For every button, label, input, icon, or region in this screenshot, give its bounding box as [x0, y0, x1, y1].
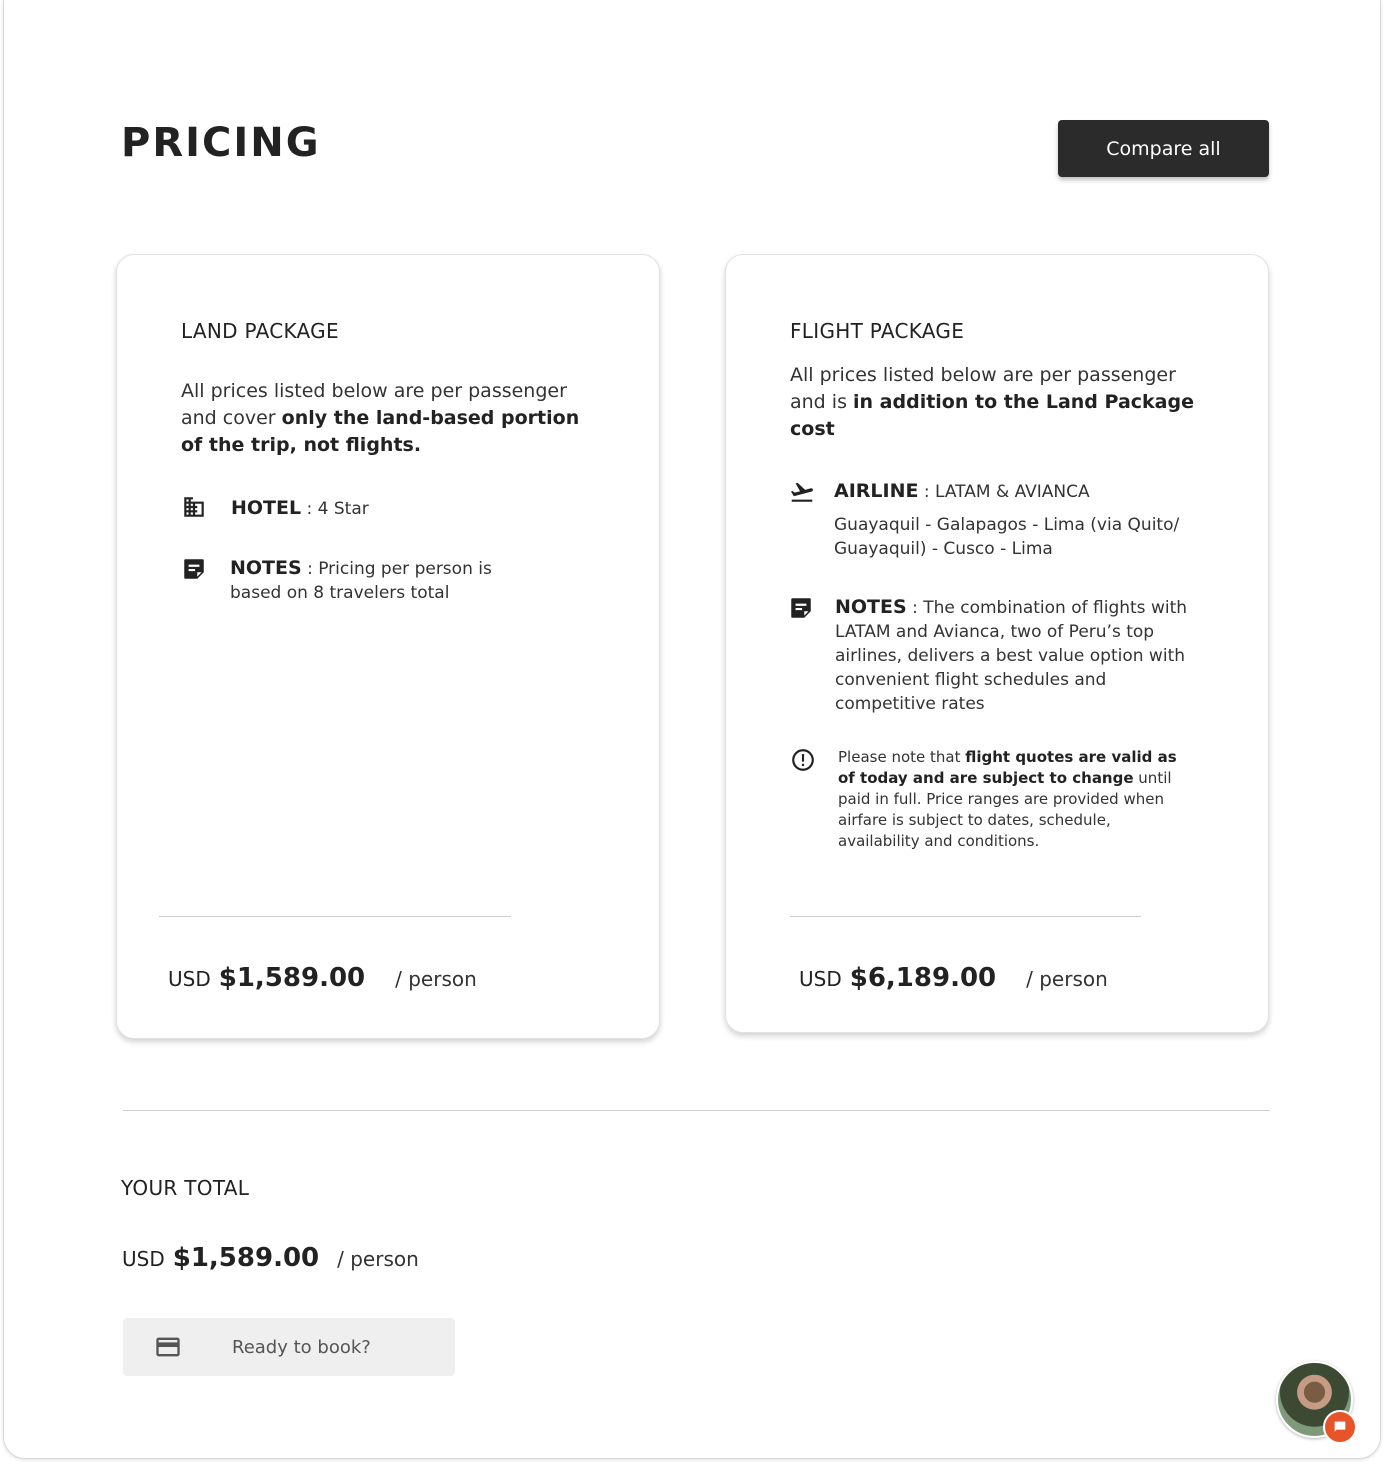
- land-package-card: LAND PACKAGE All prices listed below are…: [116, 254, 660, 1039]
- land-notes-feature: NOTES : Pricing per person is based on 8…: [181, 556, 521, 605]
- land-notes-label: NOTES: [230, 557, 302, 579]
- land-price-unit: / person: [395, 967, 477, 991]
- flight-package-description: All prices listed below are per passenge…: [790, 364, 1194, 440]
- flight-price: USD $6,189.00 / person: [799, 963, 1108, 993]
- compare-all-button[interactable]: Compare all: [1058, 120, 1269, 177]
- airline-feature: AIRLINE : LATAM & AVIANCA Guayaquil - Ga…: [788, 479, 1188, 561]
- total-label: YOUR TOTAL: [121, 1176, 250, 1200]
- ready-to-book-button[interactable]: Ready to book?: [123, 1318, 455, 1376]
- airline-value: : LATAM & AVIANCA: [918, 482, 1090, 502]
- hotel-value: : 4 Star: [301, 499, 369, 519]
- flight-price-unit: / person: [1026, 967, 1108, 991]
- land-package-title: LAND PACKAGE: [181, 319, 339, 343]
- flight-route: Guayaquil - Galapagos - Lima (via Quito/…: [834, 515, 1180, 559]
- hotel-feature: HOTEL : 4 Star: [181, 494, 369, 521]
- total-currency: USD: [122, 1247, 165, 1271]
- page-title: PRICING: [121, 120, 321, 166]
- flight-package-card: FLIGHT PACKAGE All prices listed below a…: [725, 254, 1269, 1033]
- ready-to-book-label: Ready to book?: [232, 1336, 371, 1358]
- credit-card-icon: [154, 1333, 182, 1361]
- flight-warning-text: Please note that flight quotes are valid…: [838, 748, 1177, 850]
- flight-divider: [790, 916, 1141, 917]
- land-price-amount: $1,589.00: [218, 963, 366, 993]
- total-price-unit: / person: [337, 1247, 419, 1271]
- sticky-note-icon: [181, 556, 207, 582]
- flight-takeoff-icon: [788, 479, 814, 505]
- flight-notes-label: NOTES: [835, 596, 907, 618]
- section-divider: [123, 1110, 1270, 1111]
- total-price-amount: $1,589.00: [172, 1243, 320, 1273]
- hotel-building-icon: [181, 494, 207, 520]
- land-price: USD $1,589.00 / person: [168, 963, 477, 993]
- airline-label: AIRLINE: [834, 480, 919, 502]
- flight-currency: USD: [799, 967, 842, 991]
- hotel-label: HOTEL: [231, 497, 302, 519]
- chat-bubble-icon[interactable]: [1323, 1410, 1357, 1444]
- total-price: USD $1,589.00 / person: [122, 1243, 419, 1273]
- land-currency: USD: [168, 967, 211, 991]
- land-package-description: All prices listed below are per passenge…: [181, 380, 580, 456]
- land-divider: [159, 916, 511, 917]
- info-alert-icon: [790, 747, 816, 773]
- flight-notes-feature: NOTES : The combination of flights with …: [788, 595, 1198, 716]
- sticky-note-icon: [788, 595, 814, 621]
- flight-price-amount: $6,189.00: [849, 963, 997, 993]
- flight-warning: Please note that flight quotes are valid…: [790, 747, 1200, 852]
- flight-package-title: FLIGHT PACKAGE: [790, 319, 965, 343]
